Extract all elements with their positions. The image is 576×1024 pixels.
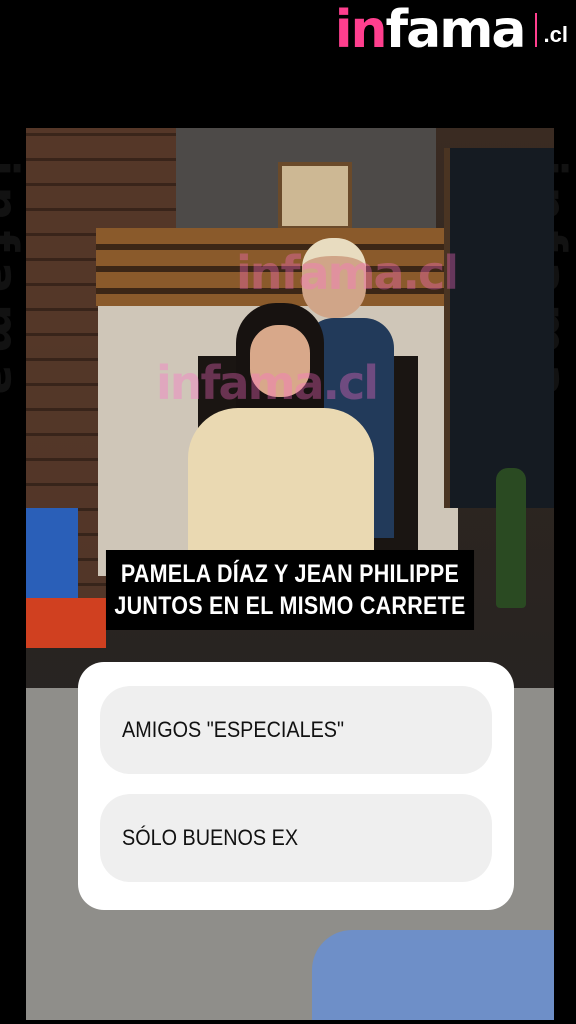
- woman-figure: [188, 303, 374, 558]
- person-knee: [312, 930, 554, 1020]
- story-caption: PAMELA DÍAZ Y JEAN PHILIPPE JUNTOS EN EL…: [105, 550, 475, 630]
- poll-sticker: AMIGOS "ESPECIALES" SÓLO BUENOS EX: [78, 662, 514, 910]
- poll-option-solo-buenos-ex[interactable]: SÓLO BUENOS EX: [100, 794, 492, 882]
- window: [444, 148, 554, 508]
- wall-sign: [278, 162, 352, 230]
- poll-option-label: SÓLO BUENOS EX: [122, 825, 299, 850]
- blue-container: [26, 508, 78, 604]
- caption-line-1: PAMELA DÍAZ Y JEAN PHILIPPE: [120, 560, 460, 588]
- photo-watermark-top: infama.cl: [236, 246, 459, 300]
- photo-watermark-center: infama.cl: [156, 356, 379, 410]
- logo-divider: [534, 13, 537, 47]
- wine-bottle: [496, 468, 526, 608]
- side-watermark-left: infama: [0, 160, 28, 407]
- logo-in-text: in: [334, 0, 388, 60]
- logo-fama-text: fama: [385, 0, 527, 60]
- red-tray: [26, 598, 106, 648]
- poll-option-amigos-especiales[interactable]: AMIGOS "ESPECIALES": [100, 686, 492, 774]
- infama-logo: infama .cl: [335, 0, 568, 60]
- story-frame: infama.cl infama.cl PAMELA DÍAZ Y JEAN P…: [26, 128, 554, 1020]
- logo-tld-text: .cl: [543, 22, 568, 47]
- caption-line-2: JUNTOS EN EL MISMO CARRETE: [114, 592, 466, 620]
- poll-option-label: AMIGOS "ESPECIALES": [122, 717, 345, 742]
